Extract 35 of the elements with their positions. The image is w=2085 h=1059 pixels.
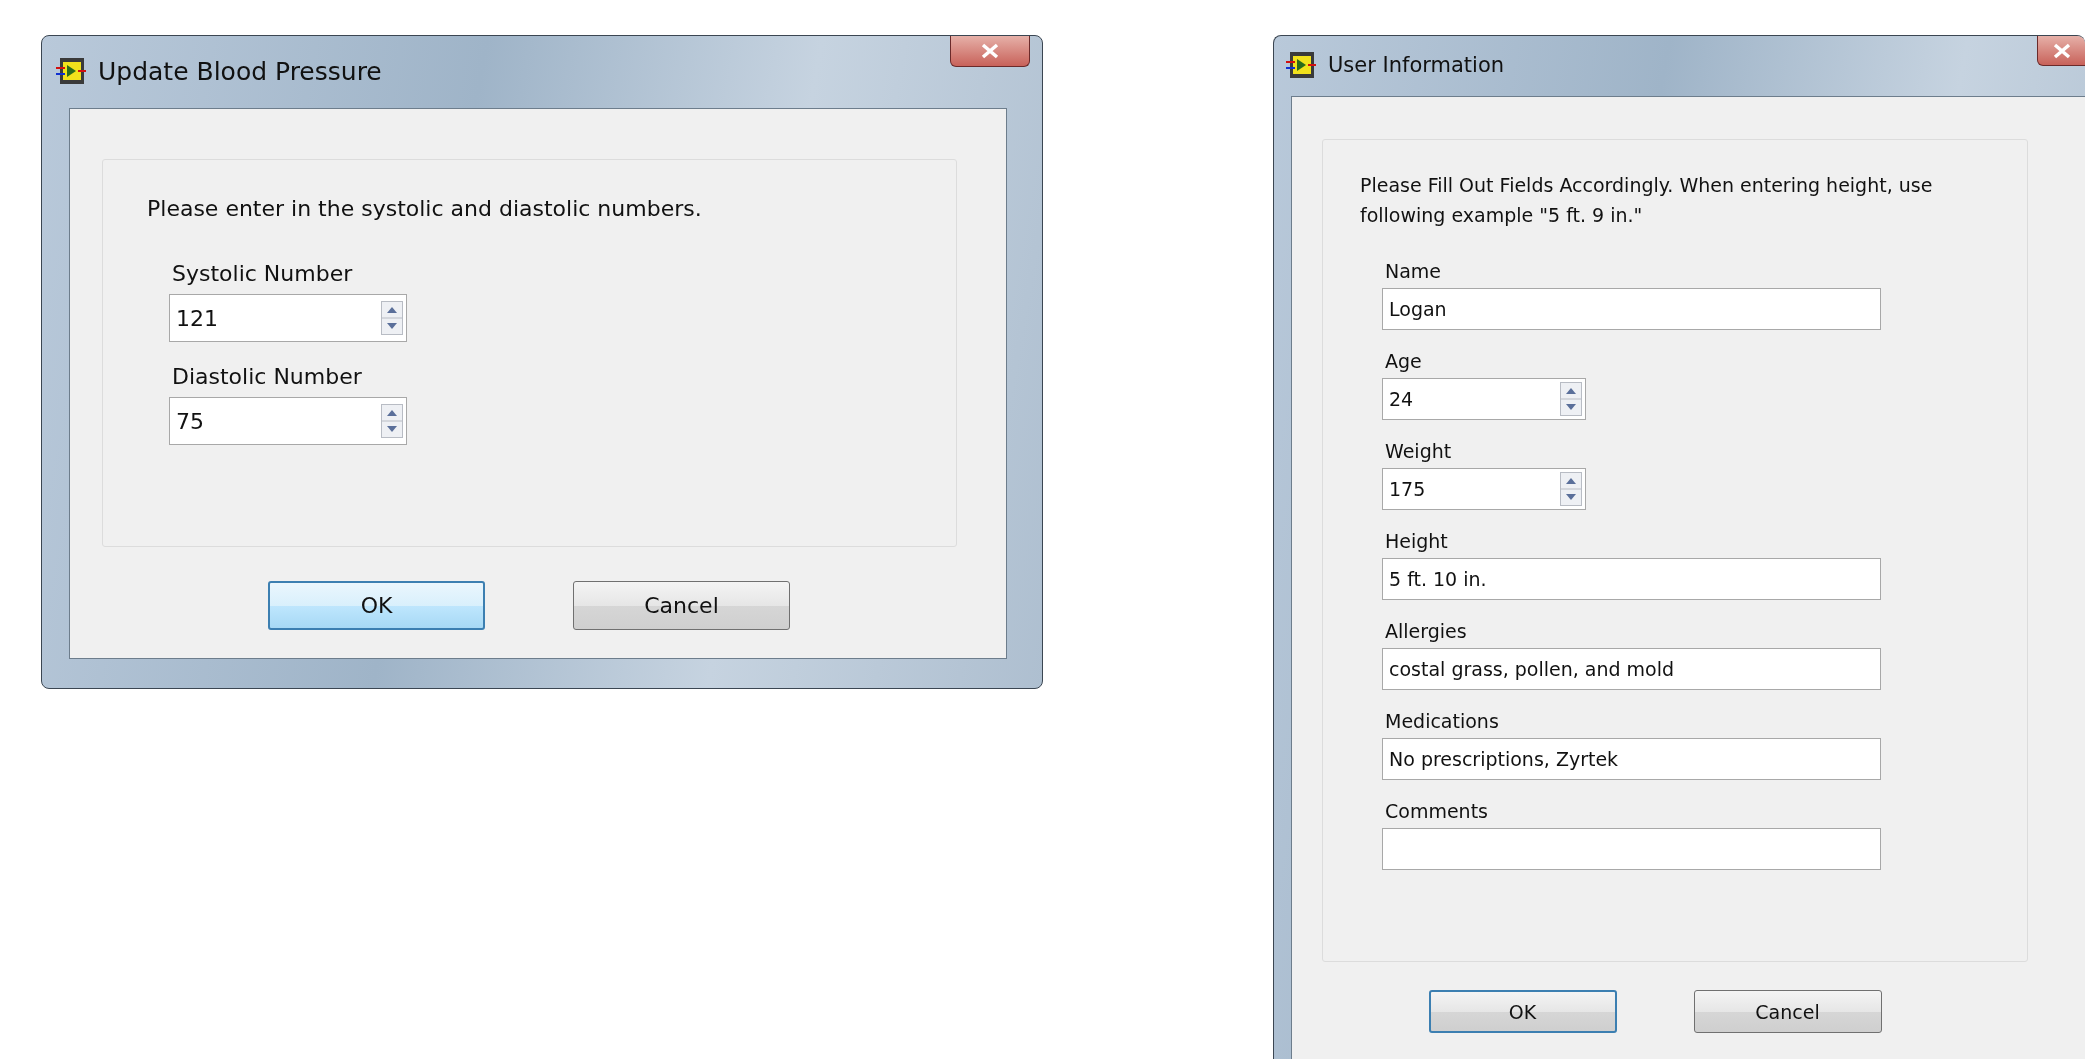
field-label: Weight <box>1385 440 1452 462</box>
field-label: Systolic Number <box>172 261 353 286</box>
window-title: Update Blood Pressure <box>98 56 382 86</box>
spinner-arrows-icon[interactable] <box>1560 382 1582 416</box>
dialog-button[interactable]: Cancel <box>573 581 790 630</box>
field-label: Diastolic Number <box>172 364 362 389</box>
dialog-button[interactable]: OK <box>1428 990 1617 1033</box>
instruction-text: Please enter in the systolic and diastolic numbers. <box>147 196 702 221</box>
close-button[interactable] <box>950 36 1030 67</box>
window-title: User Information <box>1328 53 1505 77</box>
field-label: Allergies <box>1385 620 1467 642</box>
field-label: Name <box>1385 260 1442 282</box>
number-field[interactable]: 75 <box>169 397 407 445</box>
dialog-button[interactable]: OK <box>268 581 485 630</box>
field-label: Medications <box>1385 710 1499 732</box>
spinner-arrows-icon[interactable] <box>1560 472 1582 506</box>
number-field[interactable]: 121 <box>169 294 407 342</box>
app-icon <box>56 57 86 85</box>
instruction-text: Please Fill Out Fields Accordingly. When entering height, use following example "5 ft. 9 in." <box>1360 173 1934 228</box>
dialog-button[interactable]: Cancel <box>1693 990 1882 1033</box>
text-field[interactable]: 5 ft. 10 in. <box>1382 558 1881 600</box>
text-field[interactable]: Logan <box>1382 288 1881 330</box>
number-field[interactable]: 24 <box>1382 378 1586 420</box>
spinner-arrows-icon[interactable] <box>381 404 403 438</box>
close-icon <box>980 43 1000 59</box>
text-field[interactable] <box>1382 828 1881 870</box>
text-field[interactable]: costal grass, pollen, and mold <box>1382 648 1881 690</box>
field-label: Age <box>1385 350 1422 372</box>
close-icon <box>2052 42 2072 59</box>
field-label: Height <box>1385 530 1448 552</box>
field-label: Comments <box>1385 800 1488 822</box>
text-field[interactable]: No prescriptions, Zyrtek <box>1382 738 1881 780</box>
number-field[interactable]: 175 <box>1382 468 1586 510</box>
app-icon <box>1286 51 1316 79</box>
spinner-arrows-icon[interactable] <box>381 301 403 335</box>
